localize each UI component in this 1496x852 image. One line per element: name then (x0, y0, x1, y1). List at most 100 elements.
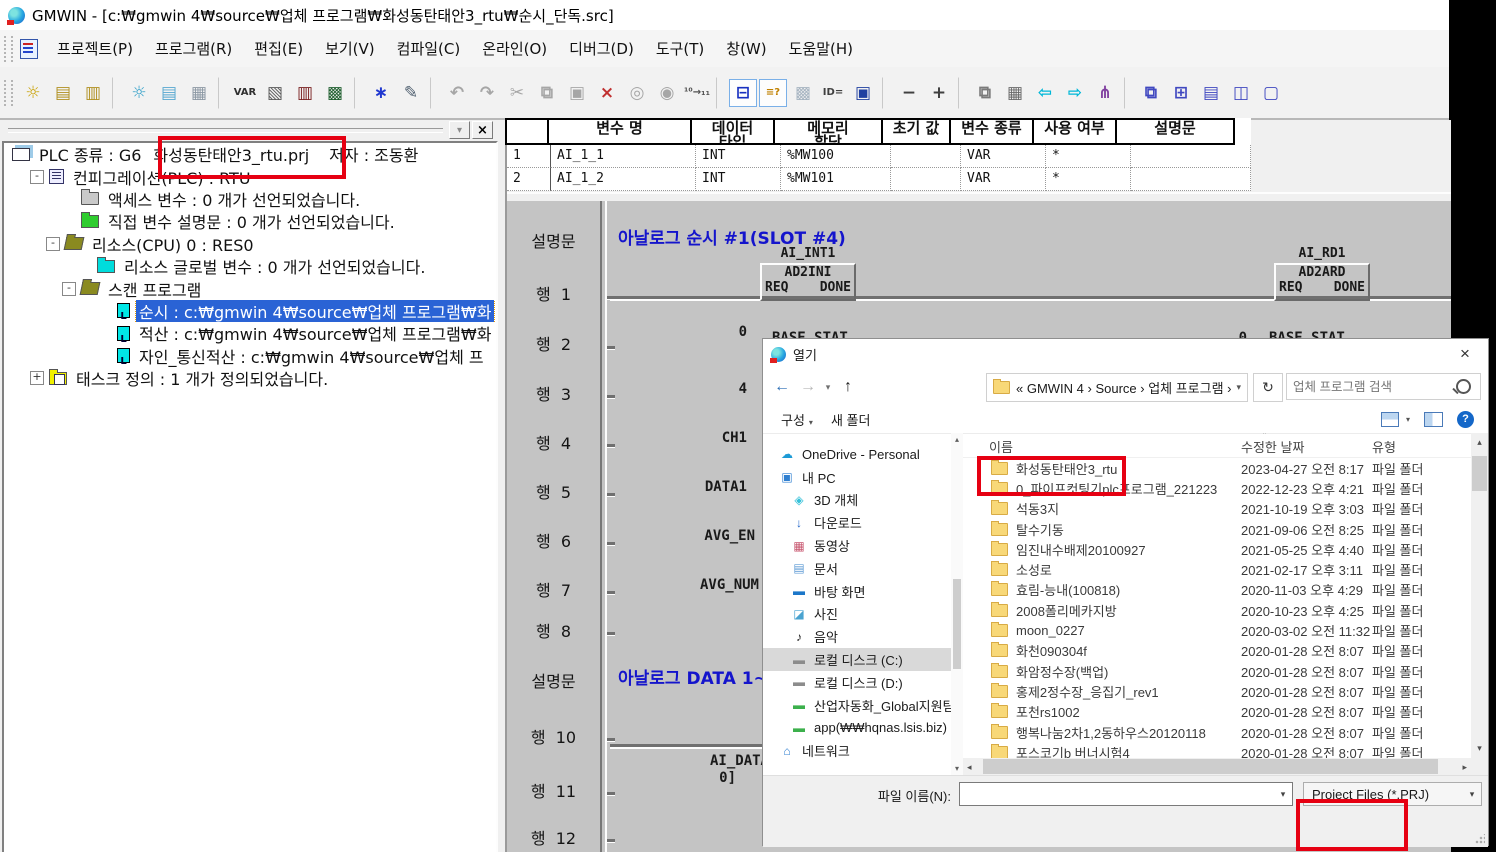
scroll-up-icon[interactable]: ▴ (951, 435, 963, 444)
toolbar-icon-window-tile[interactable]: ⊞ (1167, 79, 1195, 107)
function-block-ai-rd1[interactable]: AI_RD1 AD2ARD REQ DONE (1274, 246, 1370, 301)
view-options-button[interactable]: ▾ (1381, 412, 1410, 427)
help-icon[interactable]: ? (1457, 411, 1474, 428)
ladder-row-label[interactable]: 행 7 (507, 577, 600, 601)
chevron-down-icon[interactable]: ▾ (1274, 789, 1292, 800)
tree-node-access-variables[interactable]: 액세스 변수 : 0 개가 선언되었습니다. (4, 188, 496, 210)
toolbar-icon-navigate-back[interactable]: ⇦ (1031, 79, 1059, 107)
ladder-operand[interactable]: AVG_EN (645, 528, 755, 544)
sidebar-item-downloads[interactable]: ↓ 다운로드 (763, 511, 951, 534)
scroll-right-icon[interactable]: ▸ (1462, 762, 1467, 773)
toolbar-icon-window-arrange[interactable]: ▢ (1257, 79, 1285, 107)
variable-row[interactable]: 2 AI_1_2 INT %MW101 VAR * (507, 168, 1251, 191)
toolbar-icon-redo[interactable]: ↷ (473, 79, 501, 107)
toolbar-icon-zoom-out[interactable]: − (895, 79, 923, 107)
expander-icon[interactable]: - (30, 170, 44, 184)
toolbar-icon-time-chart[interactable]: ▩ (789, 79, 817, 107)
ladder-row-label[interactable]: 행 3 (507, 381, 600, 405)
toolbar-icon-print[interactable]: ▧ (261, 79, 289, 107)
file-row-moon[interactable]: moon_0227 2020-03-02 오전 11:32 파일 폴더 (963, 620, 1471, 640)
tree-node-program-jeoksan[interactable]: 적산 : c:₩gmwin 4₩source₩업체 프로그램₩화 (4, 322, 496, 344)
horizontal-scrollbar[interactable]: ◂ ▸ (963, 758, 1471, 775)
sidebar-item-documents[interactable]: ▤ 문서 (763, 557, 951, 580)
used-cell[interactable]: * (1046, 145, 1131, 168)
sidebar-item-desktop[interactable]: ▬ 바탕 화면 (763, 580, 951, 603)
tree-node-direct-variable-comments[interactable]: 직접 변수 설명문 : 0 개가 선언되었습니다. (4, 210, 496, 232)
file-row-seokdong[interactable]: 석동3지 2021-10-19 오후 3:03 파일 폴더 (963, 499, 1471, 519)
toolbar-icon-window-tile-vertical[interactable]: ◫ (1227, 79, 1255, 107)
toolbar-icon-variable-monitor-toggle[interactable]: ≡? (759, 79, 787, 107)
file-row-talsu[interactable]: 탈수기동 2021-09-06 오전 8:25 파일 폴더 (963, 519, 1471, 539)
toolbar-icon-cut[interactable]: ✂ (503, 79, 531, 107)
dialog-close-button[interactable]: × (1442, 339, 1488, 369)
data-type-cell[interactable]: INT (696, 145, 781, 168)
column-header[interactable]: 변수 종류 (949, 118, 1034, 145)
toolbar-icon-stack[interactable]: ⧉ (971, 79, 999, 107)
file-row-hwaam[interactable]: 화암정수장(백업) 2020-01-28 오전 8:07 파일 폴더 (963, 661, 1471, 681)
history-dropdown-icon[interactable]: ▾ (821, 382, 835, 393)
file-row-soseongro[interactable]: 소성로 2021-02-17 오후 3:11 파일 폴더 (963, 559, 1471, 579)
rung-comment[interactable]: 아날로그 DATA 1~4 (618, 664, 780, 689)
menu-item[interactable]: 컴파일(C) (386, 34, 472, 63)
scrollbar-thumb[interactable] (953, 579, 961, 669)
expander-icon[interactable]: - (62, 282, 76, 296)
mdi-document-icon[interactable] (20, 39, 38, 59)
sidebar-item-local-disk-c[interactable]: ▬ 로컬 디스크 (C:) (763, 648, 951, 671)
toolbar-icon-navigate-forward[interactable]: ⇨ (1061, 79, 1089, 107)
menu-item[interactable]: 편집(E) (243, 34, 314, 63)
ladder-operand[interactable]: 4 (637, 381, 747, 397)
variable-name-cell[interactable]: AI_1_1 (551, 145, 696, 168)
ladder-operand[interactable]: CH1 (637, 430, 747, 446)
memory-cell[interactable]: %MW101 (781, 168, 891, 191)
scroll-left-icon[interactable]: ◂ (967, 762, 972, 773)
toolbar-icon-zoom-in[interactable]: + (925, 79, 953, 107)
file-row-poly2008[interactable]: 2008폴리메카지방 2020-10-23 오후 4:25 파일 폴더 (963, 600, 1471, 620)
initial-value-cell[interactable] (891, 168, 961, 191)
scroll-down-icon[interactable]: ▾ (1471, 743, 1488, 754)
column-header[interactable]: 메모리 할당 (773, 118, 883, 145)
tree-node-program-jain-tongsin[interactable]: 자인_통신적산 : c:₩gmwin 4₩source₩업체 프 (4, 345, 496, 367)
comment-cell[interactable] (1131, 168, 1251, 191)
toolbar-icon-io-table[interactable]: ▥ (291, 79, 319, 107)
file-row-haengbok[interactable]: 행복나눔2차1,2동하우스20120118 2020-01-28 오전 8:07… (963, 722, 1471, 742)
toolbar-icon-save-program[interactable]: ▦ (185, 79, 213, 107)
ladder-row-label[interactable]: 설명문 (507, 668, 600, 692)
resize-grip[interactable] (1475, 834, 1485, 844)
column-header[interactable]: 초기 값 (881, 118, 951, 145)
variable-name-cell[interactable]: AI_1_2 (551, 168, 696, 191)
used-cell[interactable]: * (1046, 168, 1131, 191)
menu-item[interactable]: 창(W) (715, 34, 777, 63)
expander-icon[interactable]: - (46, 237, 60, 251)
column-header[interactable]: 사용 여부 (1032, 118, 1117, 145)
menu-item[interactable]: 디버그(D) (558, 34, 645, 63)
column-header-type[interactable]: 유형 (1372, 437, 1396, 456)
back-icon[interactable]: ← (769, 378, 795, 396)
toolbar-icon-variable-list[interactable]: VAR (231, 79, 259, 107)
column-header[interactable]: 데이터 타입 (690, 118, 775, 145)
scrollbar-thumb[interactable] (983, 759, 1438, 774)
tree-node-resource-global-variables[interactable]: 리소스 글로벌 변수 : 0 개가 선언되었습니다. (4, 255, 496, 277)
file-row-pocheon[interactable]: 포천rs1002 2020-01-28 오전 8:07 파일 폴더 (963, 702, 1471, 722)
column-header-name[interactable]: 이름 (989, 437, 1013, 456)
menu-item[interactable]: 프로그램(R) (144, 34, 243, 63)
toolbar-icon-detail-view[interactable]: ▣ (849, 79, 877, 107)
column-header[interactable]: 설명문 (1115, 118, 1235, 145)
sidebar-item-network[interactable]: ⌂ 네트워크 (763, 739, 951, 762)
breadcrumb[interactable]: « GMWIN 4 › Source › 업체 프로그램 › ▾ (986, 373, 1248, 402)
ladder-row-label[interactable]: 행 1 (507, 281, 600, 305)
menu-item[interactable]: 도움말(H) (778, 34, 864, 63)
toolbar-icon-copy[interactable]: ⧉ (533, 79, 561, 107)
menu-item[interactable]: 프로젝트(P) (46, 34, 144, 63)
function-block-ai-int1[interactable]: AI_INT1 AD2INI REQ DONE (760, 246, 856, 301)
comment-cell[interactable] (1131, 145, 1251, 168)
toolbar-icon-save-project[interactable]: ▥ (79, 79, 107, 107)
toolbar-icon-find[interactable]: ◎ (623, 79, 651, 107)
file-row-hyorim[interactable]: 효림-능내(100818) 2020-11-03 오후 4:29 파일 폴더 (963, 580, 1471, 600)
toolbar-icon-open-program[interactable]: ▤ (155, 79, 183, 107)
ladder-operand[interactable]: DATA1 (637, 479, 747, 495)
toolbar-icon-find-replace[interactable]: ◉ (653, 79, 681, 107)
scroll-up-icon[interactable]: ▴ (1471, 437, 1488, 448)
sidebar-item-videos[interactable]: ▦ 동영상 (763, 534, 951, 557)
file-name-input[interactable] (960, 787, 1274, 802)
ladder-operand[interactable]: 0 (637, 324, 747, 340)
